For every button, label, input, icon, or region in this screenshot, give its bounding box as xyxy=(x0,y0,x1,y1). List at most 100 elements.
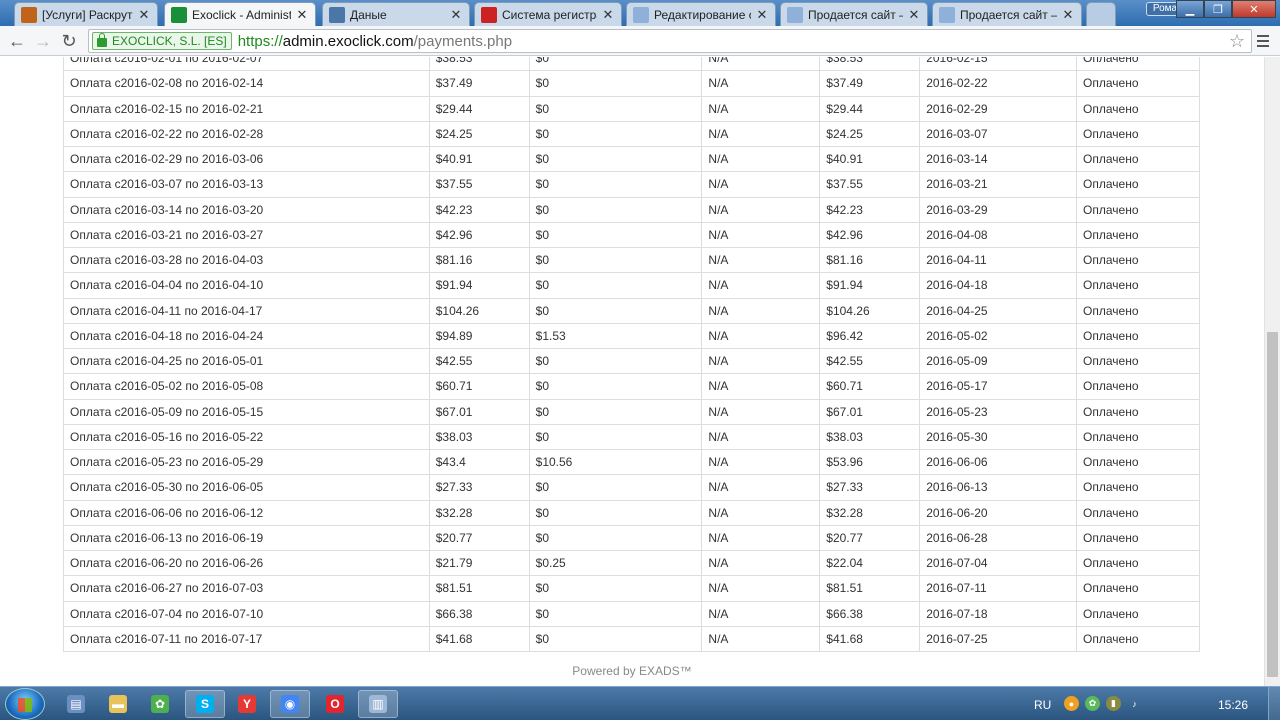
cell-payment-period: Оплата с2016-03-14 по 2016-03-20 xyxy=(63,196,430,223)
taskbar-button[interactable]: ✿ xyxy=(140,690,180,718)
browser-tab[interactable]: Продается сайт – Ве ✕ xyxy=(780,2,928,26)
reload-icon[interactable]: ↻ xyxy=(58,30,80,52)
cell-total: $67.01 xyxy=(819,398,920,425)
cell-amount: $20.77 xyxy=(428,524,530,551)
browser-tab[interactable]: Exoclick - Administra ✕ xyxy=(164,2,316,26)
taskbar-button[interactable]: Y xyxy=(227,690,267,718)
table-row: Оплата с2016-04-11 по 2016-04-17 $104.26 $… xyxy=(63,297,1200,324)
table-row: Оплата с2016-03-14 по 2016-03-20 $42.23 $0… xyxy=(63,196,1200,223)
cell-payment-period: Оплата с2016-07-11 по 2016-07-17 xyxy=(63,625,430,653)
cell-status: Оплачено xyxy=(1076,196,1200,223)
page-icon xyxy=(939,6,955,23)
cell-amount: $29.44 xyxy=(428,95,530,122)
cell-payment-period: Оплата с2016-05-09 по 2016-05-15 xyxy=(63,398,430,425)
taskbar-button[interactable]: ◉ xyxy=(270,690,310,718)
cell-bonus: $0 xyxy=(528,524,702,551)
cell-payment-date: 2016-03-21 xyxy=(919,171,1077,197)
cell-payment-date: 2016-04-11 xyxy=(919,246,1077,273)
cell-payment-date: 2016-03-07 xyxy=(919,120,1077,147)
exoclick-x-icon xyxy=(171,6,187,23)
cell-payment-period: Оплата с2016-05-02 по 2016-05-08 xyxy=(63,373,430,399)
cell-payment-period: Оплата с2016-06-27 по 2016-07-03 xyxy=(63,575,430,601)
browser-tab[interactable]: Система регистрац ✕ xyxy=(474,2,622,26)
cell-status: Оплачено xyxy=(1076,297,1200,324)
tab-close-icon[interactable]: ✕ xyxy=(601,7,615,23)
maximize-icon[interactable]: ❐ xyxy=(1204,0,1232,18)
cell-payment-date: 2016-02-29 xyxy=(919,95,1077,122)
table-row: Оплата с2016-02-08 по 2016-02-14 $37.49 $0… xyxy=(63,70,1200,96)
cell-total: $66.38 xyxy=(819,600,920,627)
show-desktop-button[interactable] xyxy=(1268,687,1280,720)
taskbar-button[interactable]: ▬ xyxy=(98,690,138,718)
cell-status: Оплачено xyxy=(1076,221,1200,248)
table-row: Оплата с2016-06-20 по 2016-06-26 $21.79 $0… xyxy=(63,549,1200,576)
tab-close-icon[interactable]: ✕ xyxy=(907,7,921,23)
language-indicator[interactable]: RU xyxy=(1034,698,1051,712)
table-row: Оплата с2016-02-29 по 2016-03-06 $40.91 $0… xyxy=(63,145,1200,172)
tray-app-icon[interactable]: ● xyxy=(1064,696,1079,711)
cell-fee: N/A xyxy=(701,95,820,122)
volume-icon[interactable]: ♪ xyxy=(1127,696,1142,711)
table-row: Оплата с2016-05-30 по 2016-06-05 $27.33 $0… xyxy=(63,474,1200,500)
cell-fee: N/A xyxy=(701,70,820,96)
browser-tab[interactable]: Продается сайт – И ✕ xyxy=(932,2,1082,26)
window-close-icon[interactable]: ✕ xyxy=(1232,0,1276,18)
cell-status: Оплачено xyxy=(1076,499,1200,526)
cell-amount: $37.55 xyxy=(428,171,530,197)
cell-status: Оплачено xyxy=(1076,625,1200,653)
back-arrow-icon[interactable]: ← xyxy=(6,30,28,52)
minimize-icon[interactable]: ▁ xyxy=(1176,0,1204,18)
url-text[interactable]: https://admin.exoclick.com/payments.php xyxy=(238,33,512,50)
cell-bonus: $0 xyxy=(528,272,702,298)
tab-close-icon[interactable]: ✕ xyxy=(137,7,151,23)
scrollbar-thumb[interactable] xyxy=(1267,332,1278,677)
cell-bonus: $0 xyxy=(528,423,702,450)
cell-amount: $32.28 xyxy=(428,499,530,526)
cell-amount: $24.25 xyxy=(428,120,530,147)
cell-total: $96.42 xyxy=(819,322,920,349)
cell-payment-date: 2016-03-29 xyxy=(919,196,1077,223)
cell-payment-date: 2016-04-08 xyxy=(919,221,1077,248)
taskbar-button[interactable]: ▤ xyxy=(56,690,96,718)
cell-fee: N/A xyxy=(701,549,820,576)
cell-payment-period: Оплата с2016-02-15 по 2016-02-21 xyxy=(63,95,430,122)
cell-total: $22.04 xyxy=(819,549,920,576)
new-tab-button[interactable] xyxy=(1086,2,1116,26)
cell-payment-period: Оплата с2016-06-20 по 2016-06-26 xyxy=(63,549,430,576)
tab-close-icon[interactable]: ✕ xyxy=(449,7,463,23)
bookmark-star-icon[interactable]: ☆ xyxy=(1229,31,1245,52)
taskbar-button[interactable]: ▥ xyxy=(358,690,398,718)
cell-payment-date: 2016-06-06 xyxy=(919,448,1077,475)
tab-close-icon[interactable]: ✕ xyxy=(755,7,769,23)
cell-payment-date: 2016-07-25 xyxy=(919,625,1077,653)
tab-close-icon[interactable]: ✕ xyxy=(1061,7,1075,23)
browser-tab[interactable]: Редактирование об ✕ xyxy=(626,2,776,26)
table-row: Оплата с2016-06-06 по 2016-06-12 $32.28 $0… xyxy=(63,499,1200,526)
cell-payment-date: 2016-02-15 xyxy=(919,57,1077,71)
taskbar-clock[interactable]: 15:26 xyxy=(1218,698,1248,712)
page-scrollbar[interactable] xyxy=(1264,57,1280,686)
cell-fee: N/A xyxy=(701,171,820,197)
taskbar-button[interactable]: O xyxy=(315,690,355,718)
chrome-menu-icon[interactable] xyxy=(1252,30,1274,52)
start-button[interactable] xyxy=(5,688,45,720)
forward-arrow-icon[interactable]: → xyxy=(32,30,54,52)
cell-fee: N/A xyxy=(701,474,820,500)
cell-status: Оплачено xyxy=(1076,322,1200,349)
tray-network-icon[interactable]: ▮ xyxy=(1106,696,1121,711)
ev-certificate-badge[interactable]: EXOCLICK, S.L. [ES] xyxy=(92,32,232,50)
cell-total: $104.26 xyxy=(819,297,920,324)
browser-tab[interactable]: [Услуги] Раскрутка и ✕ xyxy=(14,2,158,26)
notepad-icon: ▤ xyxy=(67,695,85,713)
tab-close-icon[interactable]: ✕ xyxy=(295,7,309,23)
browser-tab[interactable]: Даные ✕ xyxy=(322,2,470,26)
cell-total: $29.44 xyxy=(819,95,920,122)
cell-bonus: $1.53 xyxy=(528,322,702,349)
cell-bonus: $0 xyxy=(528,196,702,223)
cell-payment-date: 2016-04-25 xyxy=(919,297,1077,324)
taskbar-button[interactable]: S xyxy=(185,690,225,718)
tray-green-icon[interactable]: ✿ xyxy=(1085,696,1100,711)
address-bar[interactable]: EXOCLICK, S.L. [ES] https://admin.exocli… xyxy=(88,29,1252,53)
cell-bonus: $0 xyxy=(528,499,702,526)
system-tray: ● ✿ ▮ ♪ xyxy=(1064,696,1142,711)
